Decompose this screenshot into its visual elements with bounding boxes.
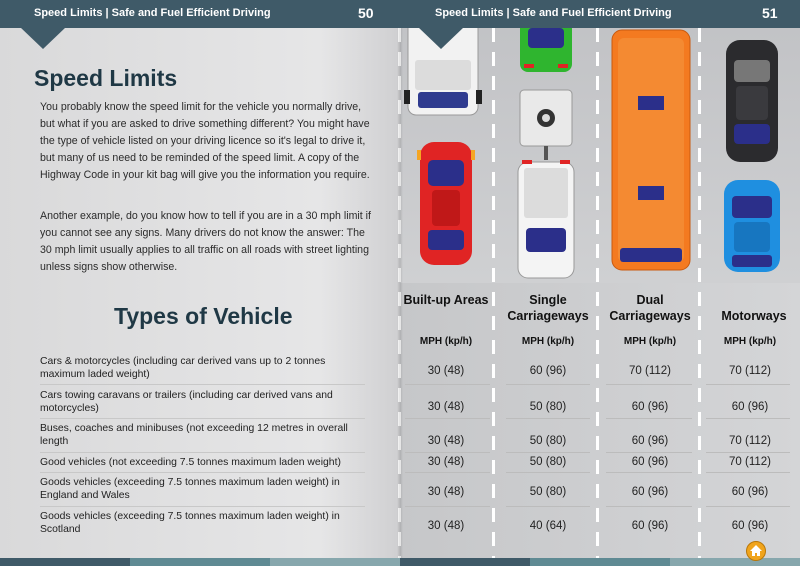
cell-divider (606, 418, 692, 419)
header-notch (20, 27, 66, 49)
cell-divider (606, 506, 692, 507)
cell-divider (405, 418, 490, 419)
cell-divider (506, 384, 590, 385)
table-cell: 70 (112) (729, 435, 771, 447)
table-cell: 30 (48) (427, 365, 465, 377)
table-cell: 30 (48) (427, 456, 465, 468)
column-heading: Single Carriageways (507, 293, 589, 323)
column-heading: Dual Carriageways (609, 293, 691, 323)
right-header-title: Speed Limits | Safe and Fuel Efficient D… (435, 7, 672, 19)
intro-paragraph: You probably know the speed limit for th… (40, 101, 370, 181)
table-cell: 40 (64) (529, 520, 567, 532)
table-row-label: Cars & motorcycles (including car derive… (40, 356, 326, 380)
table-row-label: Cars towing caravans or trailers (includ… (40, 390, 333, 414)
row-divider (40, 472, 365, 473)
blue-car-illustration (724, 180, 780, 272)
cell-divider (506, 506, 590, 507)
left-header-title: Speed Limits | Safe and Fuel Efficient D… (34, 7, 271, 19)
table-cell: 60 (96) (631, 401, 669, 413)
footer-segment (130, 558, 270, 566)
table-cell: 50 (80) (529, 435, 567, 447)
footer-segment (530, 558, 670, 566)
table-cell: 60 (96) (731, 486, 769, 498)
table-cell: 70 (112) (729, 365, 771, 377)
column-unit: MPH (kp/h) (623, 336, 677, 347)
table-cell: 60 (96) (631, 456, 669, 468)
table-row-label: Buses, coaches and minibuses (not exceed… (40, 423, 348, 447)
table-cell: 30 (48) (427, 435, 465, 447)
row-divider (40, 506, 365, 507)
example-paragraph: Another example, do you know how to tell… (40, 210, 371, 273)
table-cell: 60 (96) (631, 520, 669, 532)
table-row-label: Goods vehicles (exceeding 7.5 tonnes max… (40, 511, 340, 535)
table-cell: 30 (48) (427, 401, 465, 413)
header-notch (418, 27, 464, 49)
column-heading: Built-up Areas (403, 293, 489, 307)
footer-segment (270, 558, 400, 566)
cell-divider (706, 472, 790, 473)
cell-divider (706, 452, 790, 453)
dark-car-illustration (726, 40, 778, 162)
orange-bus-illustration (611, 29, 691, 271)
cell-divider (405, 472, 490, 473)
table-cell: 60 (96) (631, 486, 669, 498)
table-cell: 60 (96) (631, 435, 669, 447)
home-icon (750, 545, 762, 556)
table-cell: 60 (96) (731, 520, 769, 532)
cell-divider (606, 384, 692, 385)
row-divider (40, 418, 365, 419)
left-page-number: 50 (358, 5, 374, 21)
red-car-illustration (417, 142, 475, 265)
page-title: Speed Limits (34, 65, 178, 91)
footer-segment (670, 558, 800, 566)
table-cell: 60 (96) (731, 401, 769, 413)
trailer-illustration (519, 89, 573, 160)
column-unit: MPH (kp/h) (419, 336, 473, 347)
cell-divider (506, 452, 590, 453)
table-cell: 50 (80) (529, 486, 567, 498)
table-cell: 70 (112) (629, 365, 671, 377)
cell-divider (606, 452, 692, 453)
column-heading: Motorways (721, 309, 787, 323)
table-cell: 60 (96) (529, 365, 567, 377)
cell-divider (706, 506, 790, 507)
row-divider (40, 452, 365, 453)
cell-divider (405, 506, 490, 507)
table-row-label: Goods vehicles (exceeding 7.5 tonnes max… (40, 477, 340, 501)
table-cell: 70 (112) (729, 456, 771, 468)
column-unit: MPH (kp/h) (723, 336, 777, 347)
table-title: Types of Vehicle (114, 303, 293, 329)
row-divider (40, 384, 365, 385)
cell-divider (405, 452, 490, 453)
white-pickup-illustration (517, 160, 575, 279)
table-cell: 30 (48) (427, 520, 465, 532)
table-cell: 30 (48) (427, 486, 465, 498)
cell-divider (506, 418, 590, 419)
column-unit: MPH (kp/h) (521, 336, 575, 347)
table-cell: 50 (80) (529, 401, 567, 413)
cell-divider (706, 384, 790, 385)
cell-divider (405, 384, 490, 385)
cell-divider (506, 472, 590, 473)
cell-divider (706, 418, 790, 419)
home-button[interactable] (746, 541, 766, 561)
table-cell: 50 (80) (529, 456, 567, 468)
table-row-label: Good vehicles (not exceeding 7.5 tonnes … (40, 457, 341, 468)
right-page-number: 51 (762, 5, 778, 21)
cell-divider (606, 472, 692, 473)
